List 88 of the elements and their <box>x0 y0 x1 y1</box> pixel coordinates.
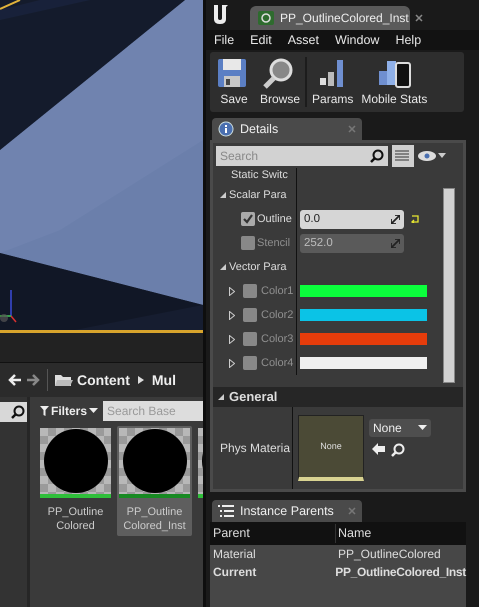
search-icon <box>370 148 384 163</box>
material-sphere-icon <box>122 429 186 493</box>
panel-tab[interactable]: Details <box>212 118 362 140</box>
caret-icon <box>438 153 446 158</box>
table-cell-text: Current <box>212 564 258 581</box>
breadcrumb-item[interactable]: Content <box>77 370 130 390</box>
property-label: Outline <box>257 212 292 228</box>
asset-label: PP_Outline Colored <box>46 506 104 534</box>
asset-label: PP_Outline Colored_Inst <box>122 506 187 534</box>
hierarchy-icon <box>218 505 234 517</box>
property-label: Color3 <box>261 332 294 348</box>
table-cell-text: PP_OutlineColored_Inst <box>334 564 466 581</box>
reset-icon[interactable] <box>410 215 420 224</box>
material-icon <box>258 11 274 25</box>
category-label: Vector Para <box>229 260 286 276</box>
check-icon <box>242 213 254 226</box>
checkbox[interactable] <box>243 284 257 298</box>
filter-icon <box>40 406 49 416</box>
expand-arrow-icon[interactable] <box>229 358 235 368</box>
material-sphere-icon <box>44 429 108 493</box>
expand-arrow-icon[interactable] <box>229 334 235 344</box>
expand-arrow-icon[interactable] <box>219 263 227 272</box>
column-header[interactable]: Parent <box>210 524 336 543</box>
table-cell-text: PP_OutlineColored <box>337 546 442 563</box>
color-swatch[interactable] <box>300 357 427 370</box>
list-icon <box>395 150 409 162</box>
caret-icon <box>418 424 427 431</box>
number-field[interactable]: 252.0 <box>300 234 404 253</box>
menu-item[interactable]: Asset <box>288 30 319 50</box>
forward-button[interactable] <box>26 374 40 386</box>
property-label: Color1 <box>261 284 294 300</box>
tab-title: Details <box>240 120 278 138</box>
back-button[interactable] <box>8 374 22 386</box>
asset-tile[interactable]: PP_Outline Colored_Inst <box>117 426 192 536</box>
category-label: Scalar Para <box>229 188 286 204</box>
property-label: Color2 <box>261 308 294 324</box>
filters-button[interactable]: Filters <box>38 402 100 420</box>
toolbar-button[interactable]: Params <box>308 56 358 108</box>
checkbox[interactable] <box>241 236 255 250</box>
dropdown[interactable]: None <box>369 418 431 437</box>
color-swatch[interactable] <box>300 285 427 298</box>
search-field[interactable]: Search Base <box>103 401 203 421</box>
folder-icon <box>55 373 73 387</box>
asset-thumbnail[interactable]: None <box>298 414 364 481</box>
number-field[interactable]: 0.0 <box>300 210 404 229</box>
property-label: Static Switc <box>231 168 288 183</box>
drag-handle-icon <box>391 238 400 248</box>
breadcrumb-item[interactable]: Mul <box>152 370 176 390</box>
toolbar-button[interactable]: Browse <box>256 56 304 108</box>
expand-arrow-icon[interactable] <box>229 310 235 320</box>
property-label: Stencil <box>257 236 290 252</box>
checkbox[interactable] <box>243 332 257 346</box>
caret-icon <box>89 408 98 414</box>
expand-arrow-icon[interactable] <box>219 191 227 200</box>
table-cell-text: Material <box>212 546 257 563</box>
tab-title: PP_OutlineColored_Inst <box>280 10 409 27</box>
menu-item[interactable]: File <box>214 30 234 50</box>
search-field[interactable] <box>0 402 27 422</box>
menu-item[interactable]: Edit <box>250 30 272 50</box>
tab-title: Instance Parents <box>240 502 334 520</box>
checkbox[interactable] <box>241 212 255 226</box>
menu-item[interactable]: Window <box>334 30 380 50</box>
toolbar-button[interactable]: Save <box>212 56 256 108</box>
scrollbar-thumb[interactable] <box>443 188 455 384</box>
property-label: Phys Materia <box>220 440 290 457</box>
view-options-button[interactable] <box>418 150 446 161</box>
section-header: General <box>229 388 278 406</box>
drag-handle-icon <box>391 214 400 224</box>
list-view-button[interactable] <box>392 144 414 167</box>
info-icon <box>218 121 234 137</box>
close-icon[interactable] <box>414 14 423 22</box>
search-icon <box>11 405 25 419</box>
panel-tab[interactable]: Instance Parents <box>212 500 362 522</box>
arrow-left-icon[interactable] <box>372 442 385 455</box>
breadcrumb-arrow-icon <box>138 375 144 385</box>
expand-arrow-icon[interactable] <box>229 286 235 296</box>
toolbar-button[interactable]: Mobile Stats <box>357 56 432 108</box>
column-header[interactable]: Name <box>336 524 466 543</box>
property-label: Color4 <box>261 356 294 372</box>
eye-icon <box>418 150 436 161</box>
checkbox[interactable] <box>243 356 257 370</box>
search-field[interactable]: Search <box>216 146 388 166</box>
color-swatch[interactable] <box>300 333 427 346</box>
menu-item[interactable]: Help <box>395 30 422 50</box>
expand-arrow-icon[interactable] <box>217 393 225 402</box>
color-swatch[interactable] <box>300 309 427 322</box>
search-icon[interactable] <box>391 442 405 457</box>
checkbox[interactable] <box>243 308 257 322</box>
